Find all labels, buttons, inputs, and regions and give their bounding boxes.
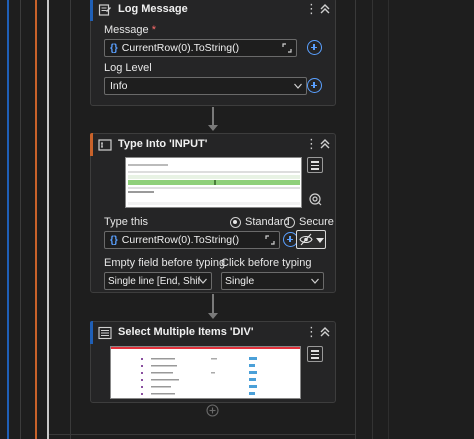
type-this-field[interactable]: {} CurrentRow(0).ToString() xyxy=(104,231,280,249)
chevron-down-icon xyxy=(199,278,207,284)
sequence-connector xyxy=(212,107,214,126)
click-before-value: Single xyxy=(225,275,255,287)
expression-icon: {} xyxy=(110,234,118,246)
eye-hidden-icon xyxy=(299,233,313,246)
scope-line-selected xyxy=(47,0,49,439)
empty-field-label: Empty field before typing xyxy=(104,257,226,269)
more-options-icon[interactable]: ⋮ xyxy=(305,1,318,17)
activity-title: Select Multiple Items 'DIV' xyxy=(118,326,254,338)
add-variable-button[interactable] xyxy=(307,40,322,55)
type-into-icon xyxy=(98,139,112,151)
more-options-icon[interactable]: ⋮ xyxy=(305,136,318,152)
secure-radio-label: Secure xyxy=(299,216,334,228)
scope-line-orange xyxy=(35,0,37,439)
activity-title: Log Message xyxy=(118,3,188,15)
activity-header[interactable]: Select Multiple Items 'DIV' ⋮ xyxy=(90,321,335,344)
expression-icon: {} xyxy=(110,42,118,54)
chevron-down-icon xyxy=(294,83,302,89)
activity-header[interactable]: Log Message ⋮ xyxy=(90,0,335,21)
activity-title: Type Into 'INPUT' xyxy=(118,138,208,150)
type-into-activity[interactable]: Type Into 'INPUT' ⋮ Type this Standard S… xyxy=(90,133,336,293)
target-options-button[interactable] xyxy=(307,157,323,173)
add-activity-icon[interactable] xyxy=(206,404,219,417)
log-message-icon xyxy=(98,4,111,16)
chevron-down-icon xyxy=(311,278,319,284)
expand-editor-icon[interactable] xyxy=(265,235,275,245)
scope-line xyxy=(388,0,389,439)
empty-field-value: Single line [End, Shift+H xyxy=(108,275,200,287)
scope-line-blue xyxy=(7,0,9,439)
empty-field-select[interactable]: Single line [End, Shift+H xyxy=(104,272,212,290)
activity-accent xyxy=(90,133,93,156)
arrow-down-icon xyxy=(208,313,218,319)
click-before-select[interactable]: Single xyxy=(221,272,324,290)
more-options-icon[interactable]: ⋮ xyxy=(305,324,318,340)
log-level-value: Info xyxy=(110,80,128,92)
secure-radio[interactable] xyxy=(284,217,295,228)
target-preview-image xyxy=(126,158,301,207)
scope-line xyxy=(355,0,356,439)
message-label: Message * xyxy=(104,24,156,36)
target-preview-image xyxy=(111,347,300,398)
log-level-select[interactable]: Info xyxy=(104,77,307,95)
activity-accent xyxy=(90,321,93,344)
activity-accent xyxy=(90,0,93,21)
target-options-button[interactable] xyxy=(307,346,323,362)
expand-editor-icon[interactable] xyxy=(282,43,292,53)
arrow-down-icon xyxy=(208,125,218,131)
standard-radio-label: Standard xyxy=(245,216,290,228)
target-screenshot[interactable] xyxy=(125,157,302,208)
sequence-connector xyxy=(212,294,214,314)
scope-line xyxy=(372,0,373,439)
caret-down-icon xyxy=(316,238,324,243)
scope-bottom-line xyxy=(49,434,356,435)
log-level-label: Log Level xyxy=(104,62,152,74)
type-this-value: CurrentRow(0).ToString() xyxy=(121,234,240,246)
log-message-activity[interactable]: Log Message ⋮ Message * {} CurrentRow(0)… xyxy=(90,0,336,106)
target-highlight-icon[interactable] xyxy=(308,192,322,206)
activity-header[interactable]: Type Into 'INPUT' ⋮ xyxy=(90,133,335,156)
click-before-label: Click before typing xyxy=(221,257,312,269)
scope-line xyxy=(20,0,21,439)
message-value: CurrentRow(0).ToString() xyxy=(121,42,240,54)
select-items-icon xyxy=(98,326,112,340)
target-screenshot[interactable] xyxy=(110,346,301,399)
collapse-icon[interactable] xyxy=(318,1,332,17)
select-multiple-items-activity[interactable]: Select Multiple Items 'DIV' ⋮ xyxy=(90,321,336,403)
message-field[interactable]: {} CurrentRow(0).ToString() xyxy=(104,39,297,57)
secure-text-toggle[interactable] xyxy=(296,230,326,249)
add-variable-button[interactable] xyxy=(307,78,322,93)
type-this-label: Type this xyxy=(104,216,149,228)
standard-radio[interactable] xyxy=(230,217,241,228)
scope-line xyxy=(70,0,71,439)
collapse-icon[interactable] xyxy=(318,324,332,340)
collapse-icon[interactable] xyxy=(318,136,332,152)
